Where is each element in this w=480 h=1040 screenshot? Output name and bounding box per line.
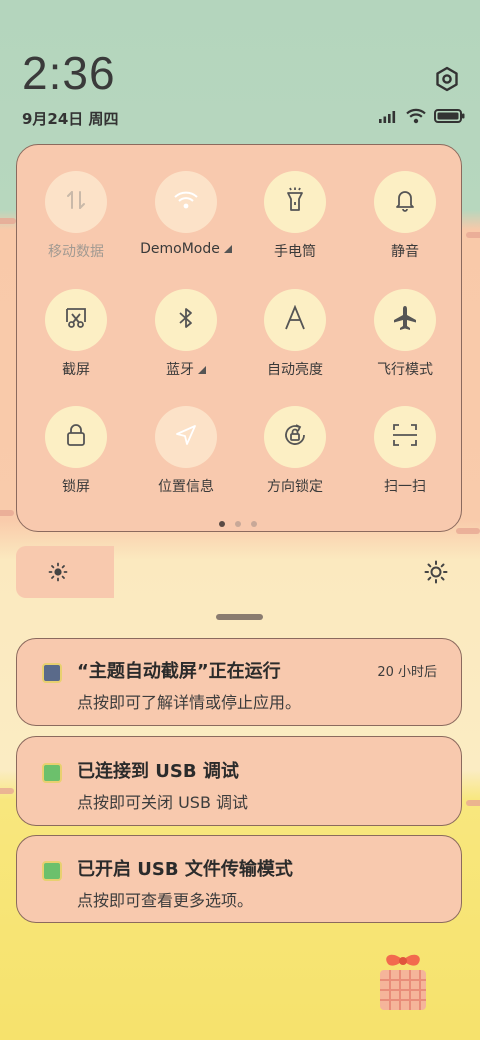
tile-flashlight[interactable]: 手电筒: [240, 171, 350, 261]
wallpaper-dot: [466, 800, 480, 806]
battery-icon: [434, 109, 465, 123]
location-icon: [174, 423, 198, 451]
quick-settings-panel: 移动数据 DemoMode 手电筒 静音截屏 蓝牙 自动亮度 飞行模式锁屏 位置信息 方向锁定 扫…: [16, 144, 462, 532]
tile-label: 自动亮度: [267, 362, 323, 378]
tile-location[interactable]: 位置信息: [131, 406, 241, 496]
page-indicator: [219, 521, 257, 527]
tile-auto-brightness[interactable]: 自动亮度: [240, 289, 350, 379]
tile-screenshot[interactable]: 截屏: [21, 289, 131, 379]
tile-wifi[interactable]: DemoMode: [131, 171, 241, 257]
expand-arrow-icon: [198, 366, 206, 374]
tile-lock[interactable]: 锁屏: [21, 406, 131, 496]
tile-button[interactable]: [155, 406, 217, 468]
notification-card[interactable]: “主题自动截屏”正在运行 20 小时后 点按即可了解详情或停止应用。: [16, 638, 462, 726]
notification-time: 20 小时后: [377, 665, 437, 680]
tile-scan[interactable]: 扫一扫: [350, 406, 460, 496]
wifi-status-icon: [406, 108, 426, 124]
wallpaper-basket-decoration: [380, 954, 426, 1010]
wallpaper-dot: [466, 232, 480, 238]
notification-card[interactable]: 已开启 USB 文件传输模式 点按即可查看更多选项。: [16, 835, 462, 923]
notification-body: 点按即可了解详情或停止应用。: [77, 693, 302, 712]
lock-icon: [65, 423, 87, 451]
tile-label: 位置信息: [158, 479, 214, 495]
auto-brightness-icon: [283, 304, 307, 335]
tile-button[interactable]: [374, 171, 436, 233]
tile-button[interactable]: [264, 289, 326, 351]
bell-icon: [394, 188, 416, 216]
wallpaper-dot: [456, 528, 480, 534]
tile-label: 扫一扫: [384, 479, 426, 495]
screenshot-icon: [64, 306, 88, 334]
notification-card[interactable]: 已连接到 USB 调试 点按即可关闭 USB 调试: [16, 736, 462, 826]
tile-label: 方向锁定: [267, 479, 323, 495]
tile-button[interactable]: [374, 406, 436, 468]
notification-body: 点按即可关闭 USB 调试: [77, 793, 249, 812]
gear-icon: [436, 66, 458, 92]
page-dot: [235, 521, 241, 527]
tile-label: DemoMode: [140, 241, 220, 257]
expand-arrow-icon: [223, 245, 232, 253]
app-icon: [42, 663, 62, 683]
android-debug-icon: [42, 763, 62, 783]
signal-icon: [379, 111, 396, 123]
settings-button[interactable]: [432, 64, 462, 94]
tile-label: 锁屏: [62, 479, 90, 495]
page-dot: [219, 521, 225, 527]
rotation-lock-icon: [282, 422, 308, 452]
tile-label: 静音: [391, 244, 419, 260]
tile-label: 截屏: [62, 362, 90, 378]
tile-label: 蓝牙: [166, 362, 194, 378]
tile-label: 移动数据: [48, 244, 104, 260]
tile-mobile-data[interactable]: 移动数据: [21, 171, 131, 261]
wifi-icon: [173, 189, 199, 215]
tile-button[interactable]: [45, 406, 107, 468]
clock-date: 9月24日 周四: [22, 110, 119, 128]
clock-time: 2:36: [22, 47, 116, 99]
brightness-slider[interactable]: [16, 546, 462, 598]
tile-button[interactable]: [155, 289, 217, 351]
tile-button[interactable]: [264, 171, 326, 233]
notification-title: 已连接到 USB 调试: [77, 761, 239, 782]
tile-label: 手电筒: [274, 244, 316, 260]
scan-icon: [392, 423, 418, 451]
notification-title: “主题自动截屏”正在运行: [77, 661, 281, 682]
system-status-icons: [378, 108, 466, 124]
drag-handle[interactable]: [216, 614, 263, 620]
notification-body: 点按即可查看更多选项。: [77, 891, 254, 910]
wallpaper-dot: [0, 510, 14, 516]
tile-label: 飞行模式: [377, 362, 433, 378]
wallpaper-dot: [0, 788, 14, 794]
tile-bell[interactable]: 静音: [350, 171, 460, 261]
tile-button[interactable]: [155, 171, 217, 233]
airplane-icon: [392, 305, 418, 335]
brightness-high-icon: [424, 560, 448, 584]
tile-button[interactable]: [374, 289, 436, 351]
tile-button[interactable]: [45, 289, 107, 351]
flashlight-icon: [284, 187, 306, 217]
notification-title: 已开启 USB 文件传输模式: [77, 859, 293, 880]
tile-bluetooth[interactable]: 蓝牙: [131, 289, 241, 379]
tile-button[interactable]: [264, 406, 326, 468]
mobile-data-icon: [64, 188, 88, 216]
wallpaper-dot: [0, 218, 16, 224]
bluetooth-icon: [177, 306, 195, 334]
tile-rotation-lock[interactable]: 方向锁定: [240, 406, 350, 496]
android-usb-icon: [42, 861, 62, 881]
brightness-low-icon: [48, 562, 68, 582]
tile-airplane[interactable]: 飞行模式: [350, 289, 460, 379]
page-dot: [251, 521, 257, 527]
tile-button[interactable]: [45, 171, 107, 233]
